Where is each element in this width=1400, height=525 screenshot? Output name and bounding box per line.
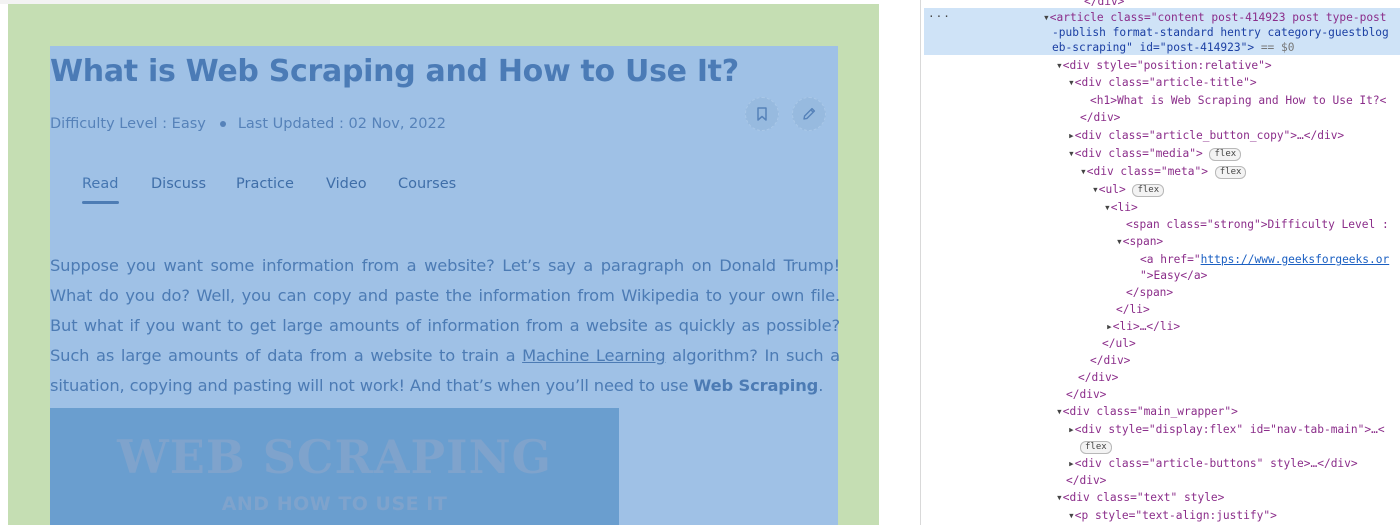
- dom-line[interactable]: ▸<div style="display:flex" id="nav-tab-m…: [1068, 422, 1385, 437]
- bookmark-button[interactable]: [745, 97, 779, 131]
- dom-line[interactable]: ▾<div class="media"> flex: [1068, 146, 1242, 161]
- dom-line[interactable]: ▾<p style="text-align:justify">: [1068, 508, 1277, 523]
- dom-line[interactable]: ▾<ul> flex: [1092, 182, 1165, 197]
- dom-line[interactable]: </div>: [1066, 473, 1106, 488]
- hero-subtitle: AND HOW TO USE IT: [221, 493, 448, 515]
- dom-line[interactable]: ▾<div class="article-title">: [1068, 75, 1257, 90]
- dom-line[interactable]: <a href="https://www.geeksforgeeks.or: [1140, 252, 1389, 267]
- edit-button[interactable]: [792, 97, 826, 131]
- pencil-icon: [803, 107, 816, 120]
- article-intro-paragraph: Suppose you want some information from a…: [50, 251, 840, 401]
- tab-video[interactable]: Video: [326, 176, 367, 192]
- dom-line[interactable]: ▸<div class="article-buttons" style>…</d…: [1068, 456, 1358, 471]
- devtools-elements-panel: ··· </div> ▾<article class="content post…: [898, 0, 1400, 525]
- dom-line[interactable]: ▾<span>: [1116, 234, 1163, 249]
- dom-line[interactable]: <h1>What is Web Scraping and How to Use …: [1090, 93, 1386, 108]
- page-viewport: What is Web Scraping and How to Use It? …: [0, 0, 898, 525]
- dom-line[interactable]: </ul>: [1102, 336, 1136, 351]
- article-meta: Difficulty Level : Easy Last Updated : 02…: [50, 116, 446, 132]
- dom-line[interactable]: ▸<div class="article_button_copy">…</div…: [1068, 128, 1344, 143]
- paragraph-end: .: [818, 376, 824, 395]
- dom-line[interactable]: ▾<li>: [1104, 200, 1138, 215]
- dom-line[interactable]: ▾<div class="meta"> flex: [1080, 164, 1247, 179]
- dom-line[interactable]: ▾<div class="text" style>: [1056, 490, 1224, 505]
- dom-line[interactable]: <span class="strong">Difficulty Level :: [1126, 217, 1389, 232]
- article-title: What is Web Scraping and How to Use It?: [50, 54, 739, 89]
- panel-divider[interactable]: [920, 0, 921, 525]
- last-updated: Last Updated : 02 Nov, 2022: [237, 116, 446, 132]
- dom-line[interactable]: </div>: [1084, 0, 1124, 9]
- dom-line[interactable]: ▸<li>…</li>: [1106, 319, 1180, 334]
- flex-badge[interactable]: flex: [1214, 165, 1247, 179]
- difficulty-level: Difficulty Level : Easy: [50, 116, 206, 132]
- dom-line[interactable]: ▾<div style="position:relative">: [1056, 58, 1272, 73]
- dom-line[interactable]: </li>: [1116, 302, 1150, 317]
- dom-line[interactable]: ">Easy</a>: [1140, 268, 1207, 283]
- hero-title: WEB SCRAPING: [117, 430, 552, 484]
- web-scraping-bold: Web Scraping: [693, 376, 819, 395]
- dom-line-article-end[interactable]: eb-scraping" id="post-414923"> == $0: [1052, 40, 1295, 55]
- dom-line[interactable]: </span>: [1126, 285, 1173, 300]
- dom-line-badge[interactable]: flex: [1080, 439, 1112, 454]
- machine-learning-link[interactable]: Machine Learning: [522, 346, 665, 365]
- dom-line-article[interactable]: ▾<article class="content post-414923 pos…: [1043, 10, 1387, 25]
- tab-courses[interactable]: Courses: [398, 176, 456, 192]
- active-tab-indicator: [82, 201, 119, 204]
- meta-separator-dot: [219, 121, 226, 127]
- tab-discuss[interactable]: Discuss: [151, 176, 206, 192]
- dom-line[interactable]: ▾<div class="main_wrapper">: [1056, 404, 1238, 419]
- hero-image: WEB SCRAPING AND HOW TO USE IT: [50, 408, 619, 525]
- tab-practice[interactable]: Practice: [236, 176, 294, 192]
- dom-line[interactable]: </div>: [1078, 370, 1118, 385]
- flex-badge[interactable]: flex: [1080, 440, 1112, 454]
- dom-line[interactable]: </div>: [1090, 353, 1130, 368]
- bookmark-icon: [757, 107, 767, 121]
- href-link[interactable]: https://www.geeksforgeeks.or: [1201, 253, 1390, 266]
- node-actions-ellipsis[interactable]: ···: [928, 10, 951, 23]
- dom-line[interactable]: </div>: [1066, 387, 1106, 402]
- flex-badge[interactable]: flex: [1132, 183, 1165, 197]
- dom-line[interactable]: </div>: [1080, 110, 1120, 125]
- flex-badge[interactable]: flex: [1209, 147, 1242, 161]
- tab-read[interactable]: Read: [82, 176, 118, 192]
- dom-line-article-cont[interactable]: -publish format-standard hentry category…: [1052, 25, 1389, 40]
